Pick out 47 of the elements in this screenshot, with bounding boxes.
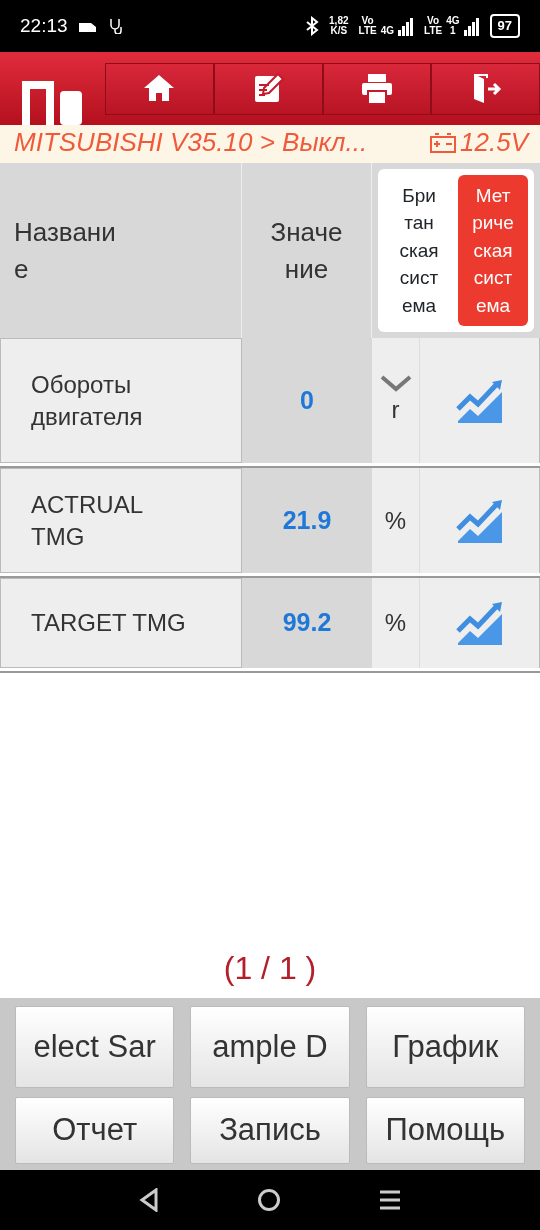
network-type: 4G (446, 16, 460, 26)
back-icon[interactable] (139, 1188, 159, 1212)
parameter-value: 0 (300, 384, 314, 416)
voltage-reading: 12.5V (460, 126, 528, 159)
volte-label: LTE (424, 26, 443, 36)
breadcrumb-path: MITSUBISHI V35.10 > Выкл... (14, 126, 368, 159)
action-button[interactable]: ample D (190, 1006, 350, 1088)
parameter-value: 99.2 (282, 607, 332, 639)
parameter-name: ACTRUAL TMG (31, 490, 144, 552)
unit-label: % (384, 505, 407, 536)
signal-icon (463, 18, 480, 36)
speed-unit: K/S (330, 26, 348, 36)
action-button[interactable]: Помощь (365, 1097, 525, 1164)
unit-option[interactable]: Бри тан ская сист ема (384, 175, 454, 326)
action-button[interactable]: elect Sar (15, 1006, 175, 1088)
menu-icon[interactable] (379, 1189, 401, 1211)
chart-icon[interactable] (455, 378, 504, 423)
volte-label: LTE (358, 26, 377, 36)
toolbar-button[interactable] (105, 63, 214, 115)
network-type: 4G (380, 26, 395, 36)
column-header: Значе ние (269, 216, 344, 286)
status-time: 22:13 (20, 13, 68, 38)
toolbar-button[interactable] (431, 63, 540, 115)
volte-label: Vo (360, 16, 375, 26)
parameter-name: TARGET TMG (31, 608, 186, 639)
unit-label: r (391, 394, 400, 425)
signal-icon (398, 18, 415, 36)
action-button[interactable]: График (365, 1006, 525, 1088)
unit-option[interactable]: Мет риче ская сист ема (458, 175, 528, 326)
chart-icon[interactable] (455, 601, 504, 645)
network-speed: 1,82 (329, 16, 349, 26)
action-button[interactable]: Запись (190, 1097, 350, 1164)
sim-number: 1 (449, 26, 457, 36)
battery-level: 97 (489, 14, 520, 38)
toolbar-button[interactable] (322, 63, 432, 115)
column-header: Названи е (14, 216, 117, 286)
battery-icon (430, 132, 457, 153)
home-icon[interactable] (257, 1188, 281, 1212)
action-button[interactable]: Отчет (15, 1097, 175, 1164)
chart-icon[interactable] (455, 498, 504, 543)
bluetooth-icon (305, 16, 320, 36)
toolbar-button[interactable] (213, 63, 323, 115)
parameter-value: 21.9 (282, 504, 332, 536)
volte-label: Vo (426, 16, 441, 26)
unit-label: % (384, 608, 407, 638)
parameter-name: Обороты двигателя (31, 370, 144, 432)
page-counter: (1 / 1 ) (222, 949, 318, 988)
